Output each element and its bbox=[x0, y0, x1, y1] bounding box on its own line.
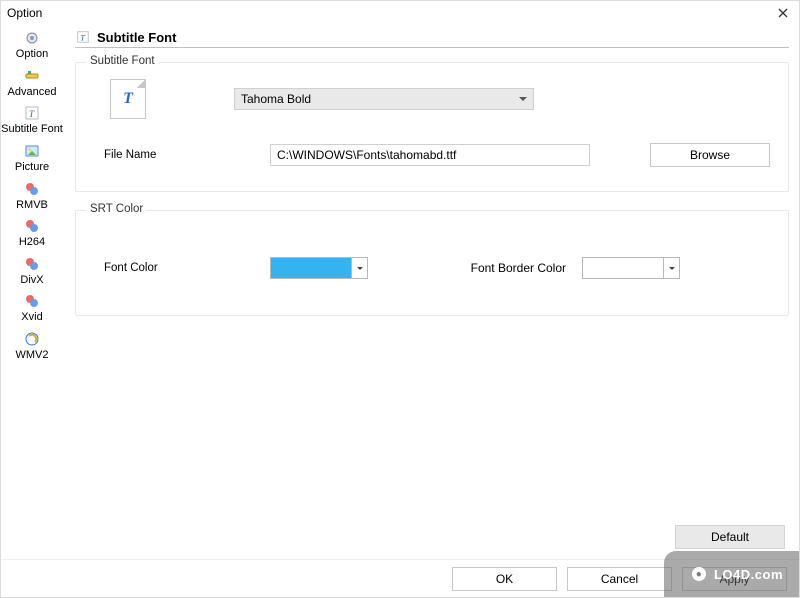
border-color-picker[interactable] bbox=[582, 257, 680, 279]
group-legend: SRT Color bbox=[86, 203, 147, 215]
chevron-down-icon bbox=[663, 258, 679, 278]
titlebar: Option bbox=[1, 1, 799, 25]
default-button[interactable]: Default bbox=[675, 525, 785, 549]
sidebar-item-option[interactable]: Option bbox=[1, 27, 63, 65]
browse-button[interactable]: Browse bbox=[650, 143, 770, 167]
codec-icon bbox=[23, 292, 41, 310]
page-title: Subtitle Font bbox=[97, 30, 176, 45]
chevron-down-icon bbox=[351, 258, 367, 278]
border-color-swatch bbox=[583, 258, 663, 278]
sidebar-item-divx[interactable]: DivX bbox=[1, 253, 63, 291]
sidebar-item-label: Option bbox=[16, 48, 48, 61]
codec-icon bbox=[23, 180, 41, 198]
font-color-picker[interactable] bbox=[270, 257, 368, 279]
tools-icon bbox=[23, 67, 41, 85]
group-subtitle-font: Subtitle Font T Tahoma Bold File Name Br… bbox=[75, 62, 789, 192]
sidebar-item-label: Subtitle Font bbox=[1, 123, 63, 136]
sidebar-item-label: H264 bbox=[19, 236, 45, 249]
close-icon[interactable] bbox=[773, 3, 793, 23]
truetype-file-icon: T bbox=[110, 79, 146, 119]
sidebar-item-picture[interactable]: Picture bbox=[1, 140, 63, 178]
sidebar-item-label: DivX bbox=[20, 274, 43, 287]
font-color-label: Font Color bbox=[94, 262, 224, 274]
sidebar: Option Advanced T Subtitle Font Picture … bbox=[1, 25, 63, 559]
chevron-down-icon bbox=[519, 97, 527, 101]
page-header: T Subtitle Font bbox=[75, 29, 789, 48]
font-icon: T bbox=[75, 29, 91, 45]
sidebar-item-h264[interactable]: H264 bbox=[1, 215, 63, 253]
dialog-footer: OK Cancel Apply bbox=[1, 559, 799, 597]
wmv-icon bbox=[23, 330, 41, 348]
sidebar-item-label: WMV2 bbox=[16, 349, 49, 362]
font-color-swatch bbox=[271, 258, 351, 278]
codec-icon bbox=[23, 255, 41, 273]
apply-button[interactable]: Apply bbox=[682, 567, 787, 591]
sidebar-item-label: Xvid bbox=[21, 311, 42, 324]
sidebar-item-xvid[interactable]: Xvid bbox=[1, 290, 63, 328]
sidebar-item-rmvb[interactable]: RMVB bbox=[1, 178, 63, 216]
sidebar-item-subtitle-font[interactable]: T Subtitle Font bbox=[1, 102, 63, 140]
border-color-label: Font Border Color bbox=[432, 261, 582, 275]
window-title: Option bbox=[7, 6, 773, 20]
group-legend: Subtitle Font bbox=[86, 55, 159, 67]
sidebar-item-advanced[interactable]: Advanced bbox=[1, 65, 63, 103]
ok-button[interactable]: OK bbox=[452, 567, 557, 591]
file-name-label: File Name bbox=[94, 149, 224, 161]
codec-icon bbox=[23, 217, 41, 235]
sidebar-item-label: RMVB bbox=[16, 199, 48, 212]
sidebar-item-label: Picture bbox=[15, 161, 49, 174]
cancel-button[interactable]: Cancel bbox=[567, 567, 672, 591]
group-srt-color: SRT Color Font Color Font Border Color bbox=[75, 210, 789, 316]
font-name-combo[interactable]: Tahoma Bold bbox=[234, 88, 534, 110]
file-path-input[interactable] bbox=[270, 144, 590, 166]
content-panel: T Subtitle Font Subtitle Font T Tahoma B… bbox=[63, 25, 799, 559]
main-area: Option Advanced T Subtitle Font Picture … bbox=[1, 25, 799, 559]
gear-icon bbox=[23, 29, 41, 47]
sidebar-item-wmv2[interactable]: WMV2 bbox=[1, 328, 63, 366]
font-icon: T bbox=[23, 104, 41, 122]
picture-icon bbox=[23, 142, 41, 160]
sidebar-item-label: Advanced bbox=[8, 86, 57, 99]
font-name-value: Tahoma Bold bbox=[241, 92, 311, 106]
svg-text:T: T bbox=[80, 34, 85, 43]
